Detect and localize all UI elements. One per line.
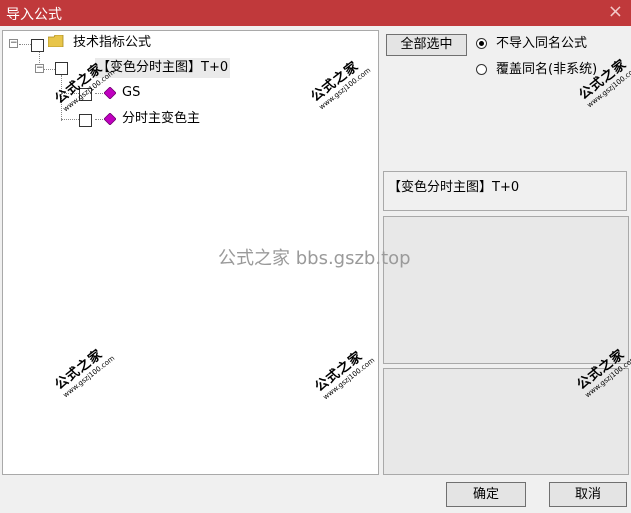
formula-icon (104, 113, 116, 125)
select-all-button[interactable]: 全部选中 (386, 34, 467, 56)
selected-formula-label: 【变色分时主图】T+0 (388, 180, 520, 195)
tree-node-group[interactable]: − 【变色分时主图】T+0 (3, 58, 263, 78)
option-no-import-label: 不导入同名公式 (496, 36, 588, 51)
selected-formula-box: 【变色分时主图】T+0 (383, 171, 627, 211)
window-title: 导入公式 (6, 7, 62, 23)
close-icon[interactable]: × (608, 1, 623, 22)
collapse-icon[interactable]: − (35, 64, 44, 73)
footer (0, 477, 631, 513)
tree-item[interactable]: GS (3, 83, 203, 103)
ok-button[interactable]: 确定 (446, 482, 526, 507)
root-checkbox[interactable] (31, 39, 44, 52)
formula-icon (104, 87, 116, 99)
radio-no-import[interactable] (476, 38, 487, 49)
option-no-import[interactable]: 不导入同名公式 (476, 35, 626, 53)
item-checkbox[interactable] (79, 114, 92, 127)
watermark-stamp: 公式之家 www.gszj100.com (576, 56, 631, 110)
folder-icon (48, 35, 64, 47)
item-label: 分时主变色主 (122, 111, 201, 126)
collapse-icon[interactable]: − (9, 39, 18, 48)
radio-overwrite[interactable] (476, 64, 487, 75)
root-label: 技术指标公式 (73, 35, 152, 50)
item-label: GS (122, 85, 141, 100)
watermark-text: 公式之家 bbs.gszb.top (218, 248, 411, 269)
cancel-button[interactable]: 取消 (549, 482, 627, 507)
option-overwrite-label: 覆盖同名(非系统) (496, 62, 598, 77)
group-checkbox[interactable] (55, 62, 68, 75)
description-area (383, 216, 629, 364)
title-bar: 导入公式 × (0, 0, 631, 26)
tree-node-root[interactable]: − 技术指标公式 (3, 33, 203, 53)
tree-item[interactable]: 分时主变色主 (3, 109, 233, 129)
